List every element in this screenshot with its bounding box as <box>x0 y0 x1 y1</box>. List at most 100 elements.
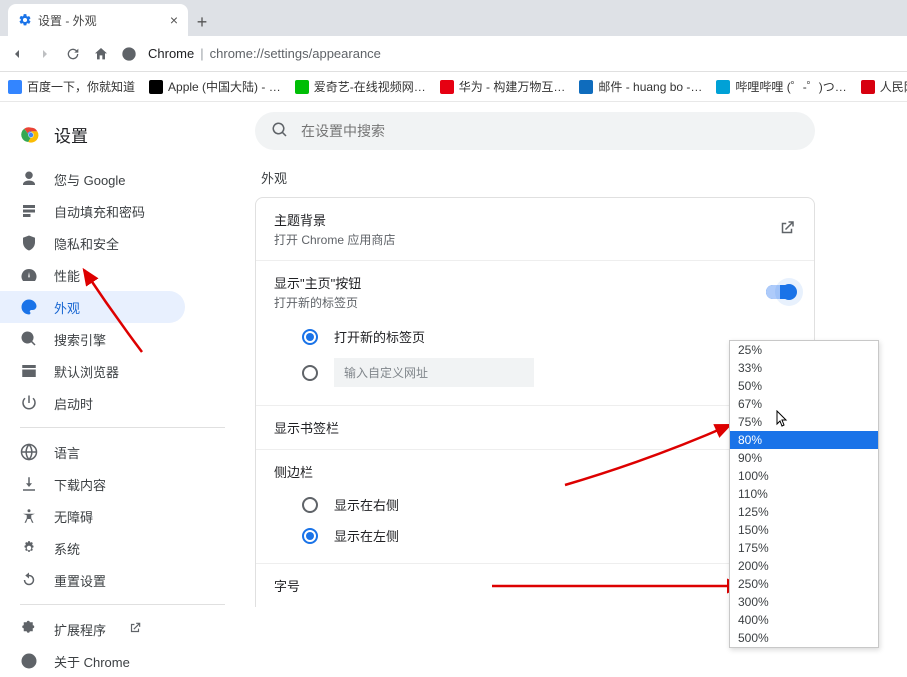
sidebar-item-speed[interactable]: 性能 <box>0 259 185 291</box>
browser-icon <box>20 362 38 380</box>
sidebar-item-reset[interactable]: 重置设置 <box>0 564 185 596</box>
sidebar-item-label: 系统 <box>54 539 80 558</box>
row-sublabel: 打开新的标签页 <box>274 294 361 311</box>
sidebar-item-label: 无障碍 <box>54 507 93 526</box>
bookmark-label: 爱奇艺-在线视频网… <box>314 78 426 95</box>
favicon-icon <box>440 80 454 94</box>
bookmark-label: 华为 - 构建万物互… <box>459 78 566 95</box>
sidebar-item-search[interactable]: 搜索引擎 <box>0 323 185 355</box>
sidebar-radio-right[interactable]: 显示在右侧 <box>274 489 796 520</box>
row-sublabel: 打开 Chrome 应用商店 <box>274 231 395 248</box>
zoom-option[interactable]: 400% <box>730 611 878 629</box>
system-icon <box>20 539 38 557</box>
sidebar-separator <box>20 427 225 428</box>
lang-icon <box>20 443 38 461</box>
zoom-option[interactable]: 80% <box>730 431 878 449</box>
sidebar-radio-left[interactable]: 显示在左侧 <box>274 520 796 551</box>
bookmark-item[interactable]: 哔哩哔哩 (゜-゜)つ… <box>716 78 846 95</box>
bookmark-item[interactable]: Apple (中国大陆) - … <box>149 78 281 95</box>
zoom-option[interactable]: 125% <box>730 503 878 521</box>
settings-search[interactable] <box>255 112 815 150</box>
sidebar-item-label: 性能 <box>54 266 80 285</box>
zoom-option[interactable]: 150% <box>730 521 878 539</box>
sidebar-item-label: 外观 <box>54 298 80 317</box>
radio-icon <box>302 528 318 544</box>
sidebar-item-download[interactable]: 下载内容 <box>0 468 185 500</box>
download-icon <box>20 475 38 493</box>
forward-icon <box>36 45 54 63</box>
bookmark-bar: 百度一下，你就知道 Apple (中国大陆) - … 爱奇艺-在线视频网… 华为 - … <box>0 72 907 102</box>
search-input[interactable] <box>301 123 799 139</box>
sidebar-item-autofill[interactable]: 自动填充和密码 <box>0 195 185 227</box>
sidebar-item-label: 自动填充和密码 <box>54 202 145 221</box>
bookmark-label: 人民网_网上的人民… <box>880 78 907 95</box>
new-tab-button[interactable]: + <box>188 8 216 36</box>
bookmark-item[interactable]: 华为 - 构建万物互… <box>440 78 566 95</box>
zoom-option[interactable]: 75% <box>730 413 878 431</box>
zoom-option[interactable]: 67% <box>730 395 878 413</box>
zoom-option[interactable]: 100% <box>730 467 878 485</box>
sidebar-item-system[interactable]: 系统 <box>0 532 185 564</box>
sidebar-item-accessibility[interactable]: 无障碍 <box>0 500 185 532</box>
person-icon <box>20 170 38 188</box>
sidebar-item-ext[interactable]: 扩展程序 <box>0 613 185 645</box>
url-display[interactable]: Chrome | chrome://settings/appearance <box>148 46 381 61</box>
zoom-option[interactable]: 50% <box>730 377 878 395</box>
reload-icon[interactable] <box>64 45 82 63</box>
sidebar-item-power[interactable]: 启动时 <box>0 387 185 419</box>
open-external-icon[interactable] <box>778 219 796 240</box>
chrome-icon <box>120 45 138 63</box>
sidebar-title: 设置 <box>54 122 88 147</box>
zoom-option[interactable]: 90% <box>730 449 878 467</box>
autofill-icon <box>20 202 38 220</box>
close-icon[interactable]: × <box>170 12 178 28</box>
sidebar-item-palette[interactable]: 外观 <box>0 291 185 323</box>
custom-url-input[interactable]: 输入自定义网址 <box>334 358 534 387</box>
zoom-dropdown[interactable]: 25%33%50%67%75%80%90%100%110%125%150%175… <box>729 340 879 648</box>
zoom-option[interactable]: 250% <box>730 575 878 593</box>
sidebar-item-chrome[interactable]: 关于 Chrome <box>0 645 185 677</box>
home-radio-custom[interactable]: 输入自定义网址 <box>274 352 796 393</box>
zoom-option[interactable]: 500% <box>730 629 878 647</box>
zoom-option[interactable]: 200% <box>730 557 878 575</box>
back-icon[interactable] <box>8 45 26 63</box>
row-label: 显示书签栏 <box>274 418 339 437</box>
bookmark-item[interactable]: 百度一下，你就知道 <box>8 78 135 95</box>
bookmark-item[interactable]: 爱奇艺-在线视频网… <box>295 78 426 95</box>
open-external-icon <box>128 621 142 638</box>
browser-tab[interactable]: 设置 - 外观 × <box>8 4 188 36</box>
speed-icon <box>20 266 38 284</box>
sidebar-item-label: 默认浏览器 <box>54 362 119 381</box>
sidebar-item-lang[interactable]: 语言 <box>0 436 185 468</box>
radio-label: 打开新的标签页 <box>334 327 425 346</box>
sidebar-item-label: 语言 <box>54 443 80 462</box>
sidebar-item-label: 搜索引擎 <box>54 330 106 349</box>
row-theme[interactable]: 主题背景 打开 Chrome 应用商店 <box>256 198 814 261</box>
home-button-toggle[interactable] <box>766 285 796 299</box>
bookmark-item[interactable]: 人民网_网上的人民… <box>861 78 907 95</box>
mouse-cursor-icon <box>775 410 789 431</box>
bookmark-item[interactable]: 邮件 - huang bo -… <box>579 78 702 95</box>
sidebar-item-person[interactable]: 您与 Google <box>0 163 185 195</box>
radio-icon <box>302 497 318 513</box>
zoom-option[interactable]: 110% <box>730 485 878 503</box>
home-radio-newtab[interactable]: 打开新的标签页 <box>274 321 796 352</box>
bookmark-label: Apple (中国大陆) - … <box>168 78 281 95</box>
sidebar-item-browser[interactable]: 默认浏览器 <box>0 355 185 387</box>
chrome-logo-icon <box>20 124 42 146</box>
sidebar-item-label: 关于 Chrome <box>54 652 130 671</box>
sidebar-item-label: 您与 Google <box>54 170 126 189</box>
row-label: 字号 <box>274 576 300 595</box>
sidebar-item-shield[interactable]: 隐私和安全 <box>0 227 185 259</box>
address-bar: Chrome | chrome://settings/appearance <box>0 36 907 72</box>
zoom-option[interactable]: 300% <box>730 593 878 611</box>
tab-strip: 设置 - 外观 × + <box>0 0 907 36</box>
home-icon[interactable] <box>92 45 110 63</box>
sidebar-item-label: 启动时 <box>54 394 93 413</box>
ext-icon <box>20 620 38 638</box>
search-icon <box>271 121 289 142</box>
zoom-option[interactable]: 175% <box>730 539 878 557</box>
row-label: 主题背景 <box>274 210 395 229</box>
zoom-option[interactable]: 33% <box>730 359 878 377</box>
zoom-option[interactable]: 25% <box>730 341 878 359</box>
